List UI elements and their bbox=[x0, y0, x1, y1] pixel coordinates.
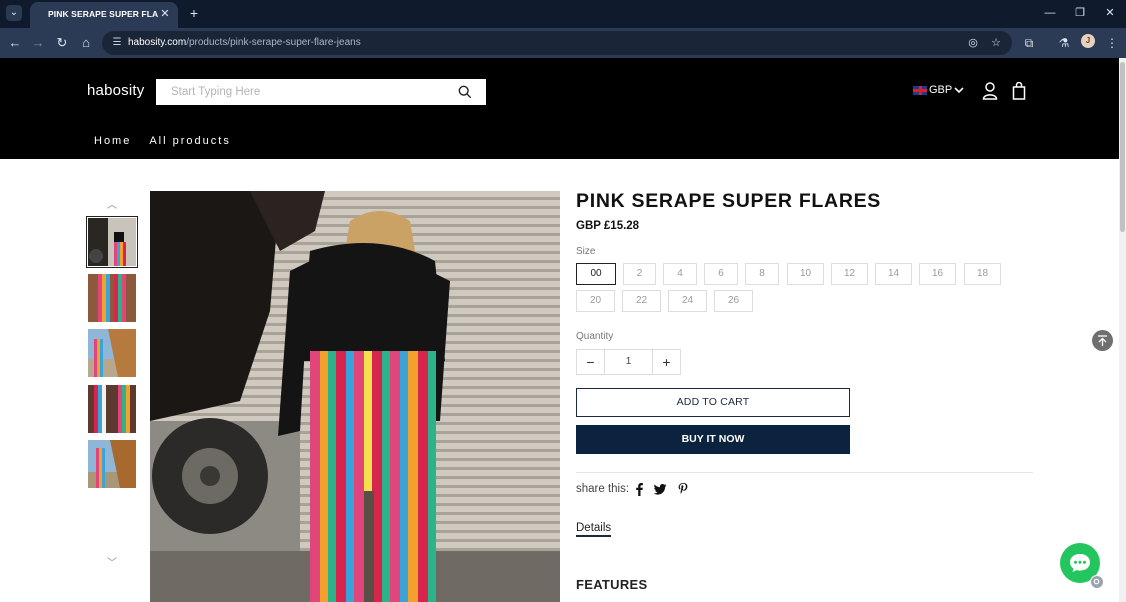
maximize-icon[interactable]: ❐ bbox=[1071, 5, 1089, 21]
size-option-12[interactable]: 12 bbox=[831, 263, 868, 285]
thumb-scroll-up-icon[interactable]: ︿ bbox=[104, 196, 120, 211]
chevron-down-icon bbox=[954, 87, 964, 94]
size-option-4[interactable]: 4 bbox=[663, 263, 697, 285]
page-scrollbar[interactable] bbox=[1119, 58, 1126, 602]
browser-tab-active[interactable]: PINK SERAPE SUPER FLARES - ✕ bbox=[30, 2, 178, 28]
close-icon[interactable]: ✕ bbox=[1101, 5, 1119, 21]
gear-icon bbox=[1093, 578, 1100, 585]
share-label: share this: bbox=[576, 483, 630, 495]
eye-off-icon[interactable]: ◎ bbox=[966, 36, 980, 50]
thumbnail[interactable] bbox=[88, 385, 136, 433]
tab-title: PINK SERAPE SUPER FLARES - bbox=[48, 9, 158, 19]
add-to-cart-button[interactable]: ADD TO CART bbox=[576, 388, 850, 417]
quantity-input[interactable]: 1 bbox=[604, 350, 653, 374]
menu-icon[interactable]: ⋮ bbox=[1103, 34, 1121, 52]
back-icon[interactable]: ← bbox=[6, 34, 24, 52]
thumbnail[interactable] bbox=[88, 440, 136, 488]
buy-it-now-button[interactable]: BUY IT NOW bbox=[576, 425, 850, 454]
size-option-24[interactable]: 24 bbox=[668, 290, 707, 312]
star-icon[interactable]: ☆ bbox=[989, 36, 1003, 50]
tab-details[interactable]: Details bbox=[576, 522, 612, 537]
browser-toolbar: ← → ↻ ⌂ ☰ habosity.com/products/pink-ser… bbox=[0, 28, 1126, 58]
thumb-scroll-down-icon[interactable]: ﹀ bbox=[104, 554, 120, 569]
size-option-8[interactable]: 8 bbox=[745, 263, 779, 285]
main-nav: Home All products bbox=[94, 135, 231, 147]
product-main-image[interactable] bbox=[150, 191, 560, 602]
size-option-22[interactable]: 22 bbox=[622, 290, 661, 312]
site-header: habosity GBP Home All products bbox=[0, 58, 1119, 159]
labs-icon[interactable]: ⚗ bbox=[1055, 34, 1073, 52]
quantity-increase-button[interactable]: + bbox=[653, 350, 680, 374]
quantity-label: Quantity bbox=[576, 331, 614, 342]
scrollbar-thumb[interactable] bbox=[1120, 62, 1125, 232]
url-text[interactable]: habosity.com/products/pink-serape-super-… bbox=[128, 37, 361, 48]
reload-icon[interactable]: ↻ bbox=[53, 34, 71, 52]
currency-selector[interactable]: GBP bbox=[913, 84, 964, 96]
account-icon[interactable] bbox=[982, 82, 998, 100]
nav-all-products[interactable]: All products bbox=[149, 135, 230, 147]
size-option-20[interactable]: 20 bbox=[576, 290, 615, 312]
thumbnail[interactable] bbox=[86, 216, 138, 268]
scroll-to-top-button[interactable] bbox=[1092, 330, 1113, 351]
tab-close-icon[interactable]: ✕ bbox=[158, 7, 172, 21]
nav-home[interactable]: Home bbox=[94, 135, 131, 147]
uk-flag-icon bbox=[913, 85, 927, 95]
tab-search-icon[interactable]: ⌄ bbox=[6, 5, 22, 21]
features-heading: FEATURES bbox=[576, 577, 648, 592]
new-tab-button[interactable]: + bbox=[186, 5, 202, 21]
site-info-icon[interactable]: ☰ bbox=[110, 36, 124, 50]
forward-icon[interactable]: → bbox=[29, 34, 47, 52]
size-option-18[interactable]: 18 bbox=[964, 263, 1001, 285]
extensions-icon[interactable]: ⧉ bbox=[1020, 34, 1038, 52]
size-option-00[interactable]: 00 bbox=[576, 263, 616, 285]
search-input[interactable] bbox=[156, 79, 446, 105]
size-option-14[interactable]: 14 bbox=[875, 263, 912, 285]
size-option-10[interactable]: 10 bbox=[787, 263, 824, 285]
search-icon[interactable] bbox=[458, 85, 472, 99]
product-title: PINK SERAPE SUPER FLARES bbox=[576, 190, 882, 212]
quantity-stepper: − 1 + bbox=[576, 349, 681, 375]
home-icon[interactable]: ⌂ bbox=[77, 34, 95, 52]
chat-settings-icon[interactable] bbox=[1090, 575, 1104, 589]
size-option-2[interactable]: 2 bbox=[623, 263, 656, 285]
quantity-decrease-button[interactable]: − bbox=[577, 350, 604, 374]
product-price: GBP £15.28 bbox=[576, 220, 640, 232]
size-label: Size bbox=[576, 246, 596, 257]
thumbnail[interactable] bbox=[88, 274, 136, 322]
currency-label: GBP bbox=[929, 84, 953, 96]
cart-bag-icon[interactable] bbox=[1012, 82, 1026, 100]
browser-tab-strip: ⌄ PINK SERAPE SUPER FLARES - ✕ + — ❐ ✕ bbox=[0, 0, 1126, 28]
site-logo[interactable]: habosity bbox=[87, 82, 144, 99]
twitter-icon[interactable] bbox=[653, 482, 667, 496]
arrow-up-icon bbox=[1098, 335, 1107, 346]
search-box bbox=[156, 79, 486, 105]
size-option-16[interactable]: 16 bbox=[919, 263, 956, 285]
webpage: habosity GBP Home All products ︿ bbox=[0, 58, 1119, 602]
pinterest-icon[interactable] bbox=[677, 482, 689, 496]
address-bar[interactable]: ☰ habosity.com/products/pink-serape-supe… bbox=[102, 31, 1012, 55]
minimize-icon[interactable]: — bbox=[1041, 5, 1059, 21]
divider bbox=[576, 472, 1033, 473]
thumbnail[interactable] bbox=[88, 329, 136, 377]
size-option-26[interactable]: 26 bbox=[714, 290, 753, 312]
facebook-icon[interactable] bbox=[633, 482, 645, 496]
size-option-6[interactable]: 6 bbox=[704, 263, 738, 285]
profile-icon[interactable]: J bbox=[1081, 34, 1095, 48]
